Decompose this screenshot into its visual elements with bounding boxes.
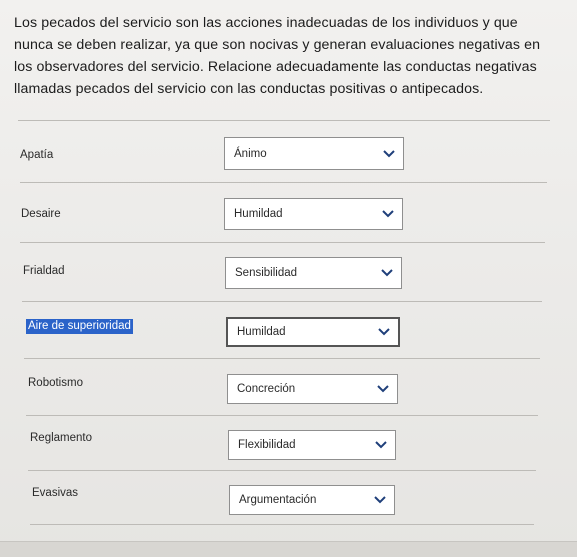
chevron-down-icon — [381, 208, 395, 220]
divider — [20, 182, 547, 183]
select-frialdad[interactable]: Sensibilidad — [225, 257, 402, 289]
select-value: Sensibilidad — [235, 267, 298, 279]
select-value: Humildad — [237, 326, 286, 338]
row-label-reglamento: Reglamento — [30, 432, 93, 444]
divider — [20, 242, 545, 243]
divider — [18, 120, 550, 121]
chevron-down-icon — [377, 326, 391, 338]
divider — [26, 415, 538, 416]
select-robotismo[interactable]: Concreción — [227, 374, 398, 404]
divider — [28, 470, 536, 471]
bottom-bar — [0, 541, 577, 557]
select-value: Argumentación — [239, 494, 317, 506]
row-label-apatia: Apatía — [20, 149, 54, 161]
select-aire-de-superioridad[interactable]: Humildad — [226, 317, 400, 347]
row-label-desaire: Desaire — [21, 208, 61, 220]
select-reglamento[interactable]: Flexibilidad — [228, 430, 396, 460]
question-text: Los pecados del servicio son las accione… — [14, 15, 541, 97]
quiz-page: Los pecados del servicio son las accione… — [0, 0, 577, 557]
select-value: Concreción — [237, 383, 296, 395]
select-value: Humildad — [234, 208, 283, 220]
select-value: Ánimo — [234, 147, 267, 160]
chevron-down-icon — [376, 383, 390, 395]
select-apatia[interactable]: Ánimo — [224, 137, 404, 170]
row-label-frialdad: Frialdad — [23, 265, 65, 277]
chevron-down-icon — [373, 494, 387, 506]
divider — [24, 358, 540, 359]
chevron-down-icon — [374, 439, 388, 451]
select-desaire[interactable]: Humildad — [224, 198, 403, 230]
row-label-robotismo: Robotismo — [28, 377, 83, 389]
divider — [22, 301, 542, 302]
select-value: Flexibilidad — [238, 439, 296, 451]
chevron-down-icon — [380, 267, 394, 279]
row-label-aire-de-superioridad: Aire de superioridad — [26, 319, 133, 334]
chevron-down-icon — [382, 148, 396, 160]
row-label-evasivas: Evasivas — [32, 487, 79, 499]
select-evasivas[interactable]: Argumentación — [229, 485, 395, 515]
divider — [30, 524, 534, 525]
